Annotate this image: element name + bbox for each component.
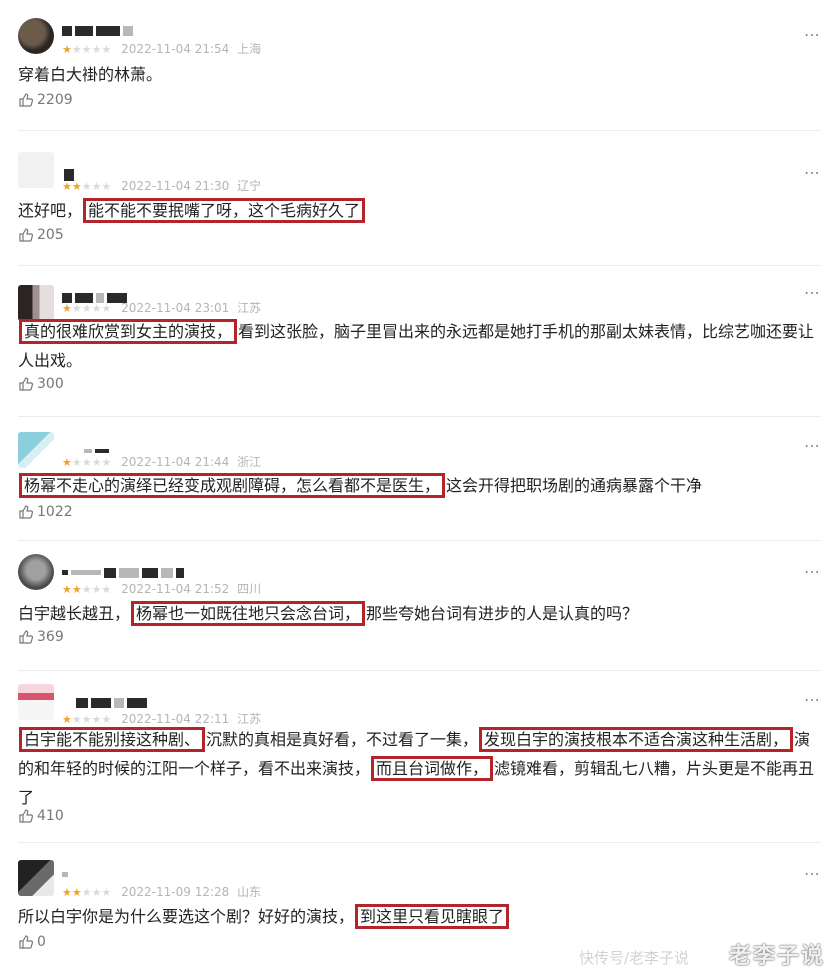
comment-time: 2022-11-09 12:28 xyxy=(121,885,230,899)
avatar[interactable] xyxy=(18,860,54,896)
more-options-icon[interactable]: ⋯ xyxy=(804,864,821,883)
comment-location: 四川 xyxy=(237,582,262,596)
comment-meta: ★★★★★ 2022-11-09 12:28 山东 xyxy=(62,883,261,900)
rating-stars: ★★★★★ xyxy=(62,456,112,469)
rating-stars: ★★★★★ xyxy=(62,886,112,899)
highlight-box: 能不能不要抿嘴了呀，这个毛病好久了 xyxy=(83,198,366,223)
comment-text: 穿着白大褂的林萧。 xyxy=(18,60,821,89)
like-count: 369 xyxy=(37,629,64,645)
comment-text: 所以白宇你是为什么要选这个剧？好好的演技， 到这里只看见瞎眼了 xyxy=(18,902,821,931)
username-mosaic[interactable] xyxy=(64,164,77,181)
thumbs-up-icon xyxy=(19,935,34,949)
like-button[interactable]: 369 xyxy=(18,629,64,645)
divider xyxy=(18,540,821,541)
comment-text: 白宇能不能别接这种剧、 沉默的真相是真好看，不过看了一集， 发现白宇的演技根本不适合… xyxy=(18,725,821,812)
divider xyxy=(18,842,821,843)
like-button[interactable]: 205 xyxy=(18,227,64,243)
comment-location: 江苏 xyxy=(237,712,262,726)
like-count: 410 xyxy=(37,808,64,824)
thumbs-up-icon xyxy=(19,630,34,644)
like-count: 205 xyxy=(37,227,64,243)
like-count: 2209 xyxy=(37,92,73,108)
highlight-box: 杨幂不走心的演绎已经变成观剧障碍，怎么看都不是医生， xyxy=(19,473,446,498)
like-button[interactable]: 410 xyxy=(18,808,64,824)
like-button[interactable]: 0 xyxy=(18,934,46,950)
comment-meta: ★★★★★ 2022-11-04 21:30 辽宁 xyxy=(62,177,261,194)
divider xyxy=(18,265,821,266)
comment-meta: ★★★★★ 2022-11-04 21:54 上海 xyxy=(62,40,261,57)
comment-time: 2022-11-04 21:30 xyxy=(121,179,230,193)
thumbs-up-icon xyxy=(19,809,34,823)
like-button[interactable]: 300 xyxy=(18,376,64,392)
comment-location: 辽宁 xyxy=(237,179,262,193)
more-options-icon[interactable]: ⋯ xyxy=(804,283,821,302)
username-mosaic[interactable] xyxy=(76,692,150,708)
comment-location: 浙江 xyxy=(237,455,262,469)
watermark: 老李子说 xyxy=(728,944,825,969)
rating-stars: ★★★★★ xyxy=(62,43,112,56)
thumbs-up-icon xyxy=(19,228,34,242)
like-button[interactable]: 1022 xyxy=(18,504,73,520)
highlight-box: 白宇能不能别接这种剧、 xyxy=(19,727,206,752)
highlight-box: 发现白宇的演技根本不适合演这种生活剧， xyxy=(479,727,794,752)
comment-meta: ★★★★★ 2022-11-04 21:44 浙江 xyxy=(62,453,261,470)
avatar[interactable] xyxy=(18,432,54,468)
comment-meta: ★★★★★ 2022-11-04 23:01 江苏 xyxy=(62,299,261,316)
comment-location: 上海 xyxy=(237,42,262,56)
comment-text: 白宇越长越丑， 杨幂也一如既往地只会念台词， 那些夸她台词有进步的人是认真的吗？ xyxy=(18,599,821,628)
comment-meta: ★★★★★ 2022-11-04 21:52 四川 xyxy=(62,580,261,597)
rating-stars: ★★★★★ xyxy=(62,302,112,315)
more-options-icon[interactable]: ⋯ xyxy=(804,690,821,709)
more-options-icon[interactable]: ⋯ xyxy=(804,163,821,182)
comment-time: 2022-11-04 22:11 xyxy=(121,712,230,726)
comment-location: 江苏 xyxy=(237,301,262,315)
username-mosaic[interactable] xyxy=(62,864,71,878)
thumbs-up-icon xyxy=(19,377,34,391)
highlight-box: 杨幂也一如既往地只会念台词， xyxy=(131,601,366,626)
comment-text-part: 白宇越长越丑， xyxy=(18,604,131,623)
comment-text-part: 这会开得把职场剧的通病暴露个干净 xyxy=(446,476,703,495)
thumbs-up-icon xyxy=(19,505,34,519)
username-mosaic[interactable] xyxy=(84,440,112,454)
username-mosaic[interactable] xyxy=(62,562,187,578)
comment-text-part: 所以白宇你是为什么要选这个剧？好好的演技， xyxy=(18,907,355,926)
comment-text-part: 还好吧， xyxy=(18,201,83,220)
comment-text-part: 穿着白大褂的林萧。 xyxy=(18,65,163,84)
comment-text: 杨幂不走心的演绎已经变成观剧障碍，怎么看都不是医生， 这会开得把职场剧的通病暴露个… xyxy=(18,471,821,500)
more-options-icon[interactable]: ⋯ xyxy=(804,562,821,581)
like-button[interactable]: 2209 xyxy=(18,92,73,108)
comment-location: 山东 xyxy=(237,885,262,899)
comment-text: 还好吧， 能不能不要抿嘴了呀，这个毛病好久了 xyxy=(18,196,821,225)
highlight-box: 到这里只看见瞎眼了 xyxy=(355,904,510,929)
divider xyxy=(18,416,821,417)
comment-text: 真的很难欣赏到女主的演技， 看到这张脸，脑子里冒出来的永远都是她打手机的那副太妹表… xyxy=(18,317,821,375)
highlight-box: 真的很难欣赏到女主的演技， xyxy=(19,319,238,344)
username-mosaic[interactable] xyxy=(62,20,136,36)
avatar[interactable] xyxy=(18,285,54,321)
avatar[interactable] xyxy=(18,684,54,720)
avatar[interactable] xyxy=(18,152,54,188)
like-count: 1022 xyxy=(37,504,73,520)
like-count: 300 xyxy=(37,376,64,392)
watermark-source: 快传号/老李子说 xyxy=(578,949,689,967)
like-count: 0 xyxy=(37,934,46,950)
avatar[interactable] xyxy=(18,554,54,590)
avatar[interactable] xyxy=(18,18,54,54)
thumbs-up-icon xyxy=(19,93,34,107)
divider xyxy=(18,130,821,131)
highlight-box: 而且台词做作， xyxy=(371,756,494,781)
comment-time: 2022-11-04 23:01 xyxy=(121,301,230,315)
comment-text-part: 那些夸她台词有进步的人是认真的吗？ xyxy=(366,604,639,623)
more-options-icon[interactable]: ⋯ xyxy=(804,436,821,455)
rating-stars: ★★★★★ xyxy=(62,180,112,193)
comment-time: 2022-11-04 21:44 xyxy=(121,455,230,469)
more-options-icon[interactable]: ⋯ xyxy=(804,25,821,44)
divider xyxy=(18,670,821,671)
comment-time: 2022-11-04 21:54 xyxy=(121,42,230,56)
comment-time: 2022-11-04 21:52 xyxy=(121,582,230,596)
rating-stars: ★★★★★ xyxy=(62,583,112,596)
comment-text-part: 沉默的真相是真好看，不过看了一集， xyxy=(206,730,479,749)
